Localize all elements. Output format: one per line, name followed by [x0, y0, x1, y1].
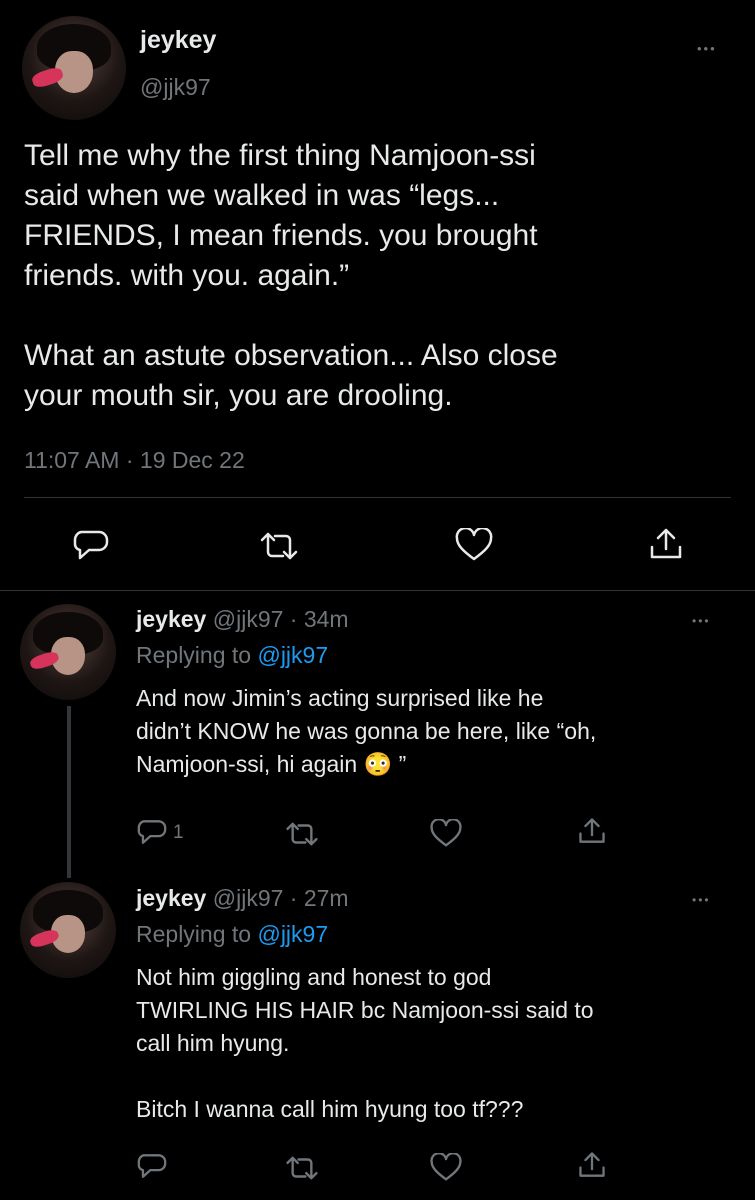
divider	[0, 590, 755, 591]
handle[interactable]: @jjk97	[140, 74, 211, 101]
reply-text: Not him giggling and honest to god TWIRL…	[136, 961, 736, 1126]
share-icon[interactable]	[649, 527, 683, 561]
text-line: didn’t KNOW he was gonna be here, like “…	[136, 718, 597, 744]
replying-to-label: Replying to	[136, 642, 258, 668]
text-line: Tell me why the first thing Namjoon-ssi	[24, 139, 536, 172]
replying-to-label: Replying to	[136, 921, 258, 947]
reply-icon[interactable]	[137, 1152, 167, 1180]
timestamp[interactable]: 11:07 AM · 19 Dec 22	[24, 447, 245, 474]
display-name[interactable]: jeykey	[140, 26, 216, 55]
replying-to-handle[interactable]: @jjk97	[257, 921, 328, 947]
more-icon[interactable]: •••	[692, 615, 711, 627]
share-icon[interactable]	[578, 817, 606, 845]
text-line: call him hyung.	[136, 1030, 290, 1056]
reply-count: 1	[173, 822, 184, 843]
text-line: your mouth sir, you are drooling.	[24, 379, 453, 412]
text-line: friends. with you. again.”	[24, 259, 350, 292]
text-line: Namjoon-ssi, hi again 😳 ”	[136, 751, 407, 777]
text-line: Bitch I wanna call him hyung too tf???	[136, 1096, 524, 1122]
text-line: said when we walked in was “legs...	[24, 179, 500, 212]
reply-icon[interactable]	[137, 818, 167, 846]
text-line: Not him giggling and honest to god	[136, 964, 492, 990]
handle-time[interactable]: @jjk97 · 27m	[213, 885, 349, 911]
avatar[interactable]	[22, 16, 126, 120]
retweet-icon[interactable]	[285, 1155, 319, 1181]
display-name[interactable]: jeykey	[136, 606, 206, 632]
reply-icon[interactable]	[73, 528, 109, 562]
retweet-icon[interactable]	[285, 821, 319, 847]
handle-time[interactable]: @jjk97 · 34m	[213, 606, 349, 632]
replying-to-handle[interactable]: @jjk97	[257, 642, 328, 668]
reply-header: jeykey @jjk97 · 34m	[136, 606, 349, 633]
reply-text: And now Jimin’s acting surprised like he…	[136, 682, 736, 781]
replying-to: Replying to @jjk97	[136, 642, 328, 669]
display-name[interactable]: jeykey	[136, 885, 206, 911]
avatar[interactable]	[20, 882, 116, 978]
heart-icon[interactable]	[430, 819, 462, 848]
text-line: FRIENDS, I mean friends. you brought	[24, 219, 538, 252]
thread-line	[67, 706, 71, 878]
retweet-icon[interactable]	[259, 531, 299, 561]
heart-icon[interactable]	[455, 528, 493, 562]
heart-icon[interactable]	[430, 1153, 462, 1182]
text-line: And now Jimin’s acting surprised like he	[136, 685, 544, 711]
share-icon[interactable]	[578, 1151, 606, 1179]
text-line: TWIRLING HIS HAIR bc Namjoon-ssi said to	[136, 997, 594, 1023]
divider	[24, 497, 731, 498]
replying-to: Replying to @jjk97	[136, 921, 328, 948]
avatar[interactable]	[20, 604, 116, 700]
reply-header: jeykey @jjk97 · 27m	[136, 885, 349, 912]
more-icon[interactable]: •••	[692, 894, 711, 906]
tweet-text: Tell me why the first thing Namjoon-ssi …	[24, 136, 744, 416]
text-line: What an astute observation... Also close	[24, 339, 558, 372]
more-icon[interactable]: •••	[697, 42, 717, 55]
